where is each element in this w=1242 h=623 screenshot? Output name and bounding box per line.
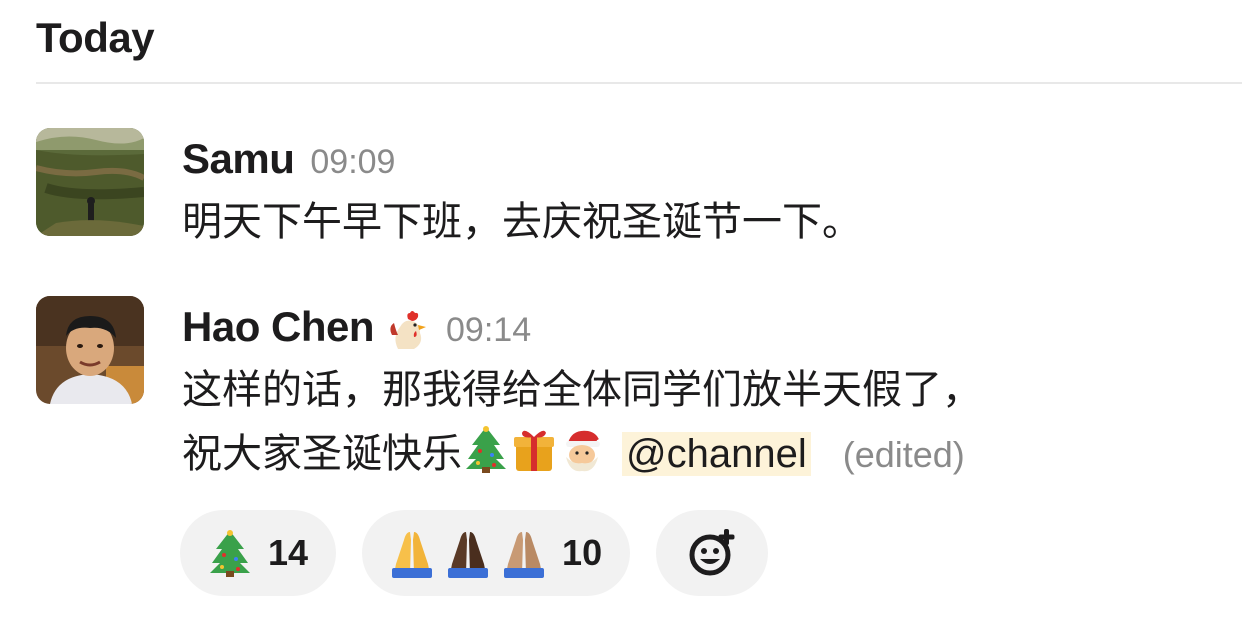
folded-hands-medium-icon — [504, 532, 545, 578]
sender-name[interactable]: Hao Chen — [182, 298, 375, 356]
message-text: 这样的话，那我得给全体同学们放半天假了， 祝大家圣诞快乐 @channel (edi… — [182, 358, 1222, 487]
message-text: 明天下午早下班，去庆祝圣诞节一下。 — [182, 199, 862, 245]
message-text-line: 祝大家圣诞快乐 @channel (edited) — [182, 422, 1222, 487]
folded-hands-light-icon — [392, 532, 433, 578]
avatar-hao-chen[interactable] — [36, 296, 144, 404]
folded-hands-dark-icon — [448, 532, 489, 578]
day-divider-line — [36, 82, 1242, 84]
christmas-tree-icon — [464, 425, 508, 473]
message-header: Samu 09:09 — [182, 128, 1222, 190]
message-pane: Today Samu 09:09 明天下午早下班，去庆祝圣诞节一下。 Hao C… — [0, 0, 1242, 623]
day-divider-label: Today — [36, 14, 155, 61]
timestamp[interactable]: 09:14 — [446, 301, 531, 359]
message-content: Samu 09:09 明天下午早下班，去庆祝圣诞节一下。 — [182, 128, 1222, 254]
avatar-samu[interactable] — [36, 128, 144, 236]
landscape-photo-avatar — [36, 128, 144, 236]
timestamp[interactable]: 09:09 — [310, 133, 395, 191]
reaction-folded-hands[interactable]: 10 — [362, 510, 631, 596]
sender-name[interactable]: Samu — [182, 130, 295, 188]
man-portrait-avatar — [36, 296, 144, 404]
santa-icon — [560, 425, 604, 473]
channel-mention[interactable]: @channel — [622, 432, 811, 476]
message-content: Hao Chen 09:14 这样的话，那我得给全体同学们放半天假了， 祝大家圣… — [182, 296, 1222, 487]
message-header: Hao Chen 09:14 — [182, 296, 1222, 358]
add-reaction-button[interactable] — [656, 510, 769, 596]
add-emoji-icon — [689, 529, 735, 576]
reaction-christmas-tree[interactable]: 14 — [180, 510, 337, 596]
edited-indicator: (edited) — [842, 434, 965, 475]
message-text-segment: 祝大家圣诞快乐 — [182, 431, 462, 477]
rooster-icon[interactable] — [386, 309, 430, 353]
gift-icon — [512, 425, 556, 473]
reaction-count: 14 — [268, 532, 309, 573]
christmas-tree-icon — [210, 530, 250, 577]
message-text-line: 这样的话，那我得给全体同学们放半天假了， — [182, 367, 982, 413]
reactions-bar: 14 10 — [180, 510, 769, 596]
reaction-count: 10 — [562, 532, 603, 573]
